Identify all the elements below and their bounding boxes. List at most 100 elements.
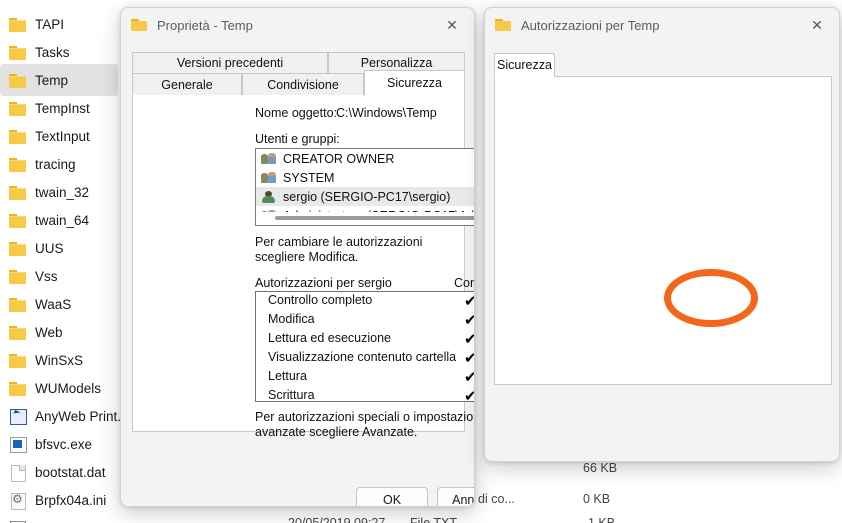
folder-icon: [8, 239, 28, 257]
file-name: TAPI: [35, 16, 65, 32]
tab-sicurezza[interactable]: Sicurezza: [364, 70, 465, 96]
allow-checkmark-icon: ✔: [464, 349, 474, 368]
allow-checkmark-icon: ✔: [464, 330, 474, 349]
file-name: Tasks: [35, 44, 70, 60]
permission-row[interactable]: Scrittura ✔: [256, 387, 474, 402]
folder-icon: [131, 17, 149, 33]
user-name: sergio (SERGIO-PC17\sergio): [283, 189, 451, 204]
tab-versioni-precedenti[interactable]: Versioni precedenti: [132, 52, 328, 74]
folder-icon: [8, 351, 28, 369]
button-label: Annulla: [452, 492, 475, 507]
permission-name: Modifica: [268, 312, 315, 326]
folder-icon: [8, 155, 28, 173]
properties-dialog: Proprietà - Temp ✕ Versioni precedenti P…: [120, 7, 475, 507]
tab-label: Sicurezza: [497, 58, 552, 72]
file-name: Brpfx04a.ini: [35, 492, 107, 508]
ini-file-icon: [8, 491, 28, 510]
permission-row[interactable]: Modifica ✔: [256, 311, 474, 330]
button-label: OK: [382, 492, 402, 507]
user-name: SYSTEM: [283, 170, 335, 185]
file-name: twain_32: [35, 184, 90, 200]
icc-file-icon: [8, 407, 28, 425]
file-name: UUS: [35, 240, 64, 256]
permissions-dialog: Autorizzazioni per Temp ✕ Sicurezza Nome…: [484, 7, 840, 462]
file-name: tracing: [35, 156, 76, 172]
file-name: twain_64: [35, 212, 90, 228]
advanced-hint-line2: avanzate scegliere Avanzate.: [255, 425, 418, 439]
permissions-security-panel: [494, 76, 832, 385]
permission-name: Visualizzazione contenuto cartella: [268, 350, 457, 364]
users-groups-label: Utenti e gruppi:: [255, 132, 340, 146]
advanced-hint-line1: Per autorizzazioni speciali o impostazio…: [255, 410, 475, 424]
scroll-thumb[interactable]: [275, 216, 474, 220]
dat-file-icon: [8, 463, 28, 482]
file-name: Vss: [35, 268, 58, 284]
allow-checkmark-icon: ✔: [464, 292, 474, 311]
group-icon: [261, 151, 278, 166]
properties-permissions-list[interactable]: Controllo completo✔Modifica✔Lettura ed e…: [255, 291, 474, 402]
properties-users-listbox[interactable]: CREATOR OWNER SYSTEM sergio (SERGIO-PC17\s…: [255, 148, 474, 226]
permission-name: Scrittura: [268, 388, 315, 402]
permission-name: Lettura ed esecuzione: [268, 331, 392, 345]
file-name: bfsvc.exe: [35, 436, 93, 452]
file-size-1: 66 KB: [583, 461, 618, 475]
folder-icon: [495, 17, 513, 33]
users-list-hscrollbar[interactable]: [257, 212, 474, 224]
tab-label: Personalizza: [360, 56, 433, 70]
file-size-3: 1 KB: [588, 516, 616, 523]
file-name: Web: [35, 324, 63, 340]
file-name: WinSxS: [35, 352, 84, 368]
exe-file-icon: [8, 435, 28, 453]
tab-sicurezza-permissions[interactable]: Sicurezza: [494, 53, 555, 77]
tab-label: Sicurezza: [387, 76, 442, 90]
user-list-item[interactable]: sergio (SERGIO-PC17\sergio): [256, 187, 474, 206]
user-list-item[interactable]: SYSTEM: [256, 168, 474, 187]
close-icon[interactable]: ✕: [795, 8, 839, 42]
file-type-last: File TXT: [410, 516, 457, 523]
file-list-item[interactable]: csup.txt: [0, 512, 130, 523]
column-header-consenti: Consenti: [454, 276, 474, 290]
user-list-item[interactable]: CREATOR OWNER: [256, 149, 474, 168]
file-name: WaaS: [35, 296, 72, 312]
permissions-titlebar: Autorizzazioni per Temp ✕: [485, 8, 839, 42]
folder-icon: [8, 379, 28, 397]
folder-icon: [8, 267, 28, 285]
object-name-label: Nome oggetto:: [255, 106, 337, 120]
file-name: bootstat.dat: [35, 464, 106, 480]
properties-cancel-button[interactable]: Annulla: [437, 487, 475, 507]
properties-tabstrip: Versioni precedenti Personalizza General…: [121, 42, 474, 96]
txt-file-icon: [8, 519, 28, 523]
tab-condivisione[interactable]: Condivisione: [242, 73, 364, 96]
properties-ok-button[interactable]: OK: [356, 487, 428, 507]
close-icon[interactable]: ✕: [430, 8, 474, 42]
permissions-title: Autorizzazioni per Temp: [521, 17, 660, 33]
file-name: TempInst: [35, 100, 90, 116]
folder-icon: [8, 99, 28, 117]
file-type-1: di co...: [478, 492, 515, 506]
folder-icon: [8, 127, 28, 145]
permission-name: Lettura: [268, 369, 307, 383]
user-icon: [261, 189, 278, 204]
properties-title: Proprietà - Temp: [157, 17, 253, 33]
properties-titlebar: Proprietà - Temp ✕: [121, 8, 474, 42]
permission-row[interactable]: Lettura ed esecuzione ✔: [256, 330, 474, 349]
folder-icon: [8, 183, 28, 201]
object-name-value: C:\Windows\Temp: [336, 106, 437, 120]
folder-icon: [8, 211, 28, 229]
folder-icon: [8, 71, 28, 89]
folder-icon: [8, 43, 28, 61]
file-name: WUModels: [35, 380, 102, 396]
properties-permissions-header: Autorizzazioni per sergio: [255, 276, 392, 290]
edit-hint-line2: scegliere Modifica.: [255, 250, 359, 264]
permission-row[interactable]: Lettura ✔: [256, 368, 474, 387]
folder-icon: [8, 323, 28, 341]
file-size-2: 0 KB: [583, 492, 611, 506]
permission-row[interactable]: Controllo completo ✔: [256, 292, 474, 311]
tab-generale[interactable]: Generale: [132, 73, 242, 96]
allow-checkmark-icon: ✔: [464, 368, 474, 387]
screen: TAPI Tasks Temp TempInst TextInput tracing twa…: [0, 0, 842, 523]
folder-icon: [8, 15, 28, 33]
allow-checkmark-icon: ✔: [464, 311, 474, 330]
permission-row[interactable]: Visualizzazione contenuto cartella ✔: [256, 349, 474, 368]
file-name: Temp: [35, 72, 69, 88]
